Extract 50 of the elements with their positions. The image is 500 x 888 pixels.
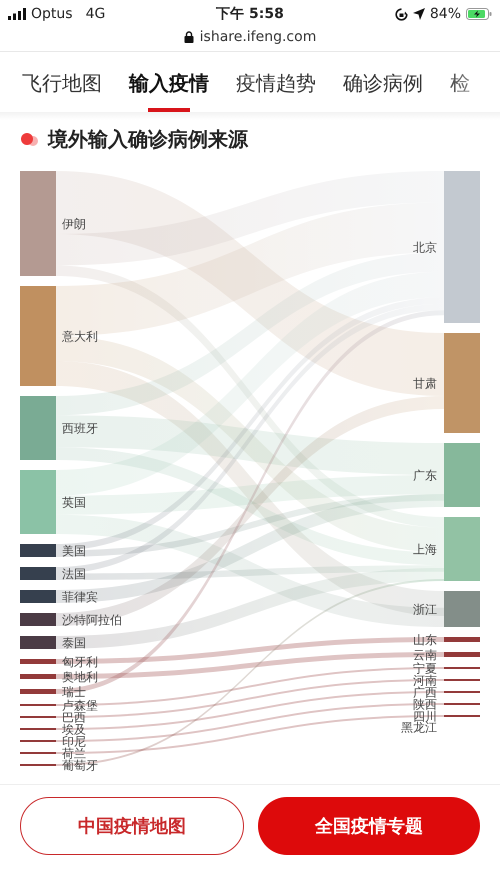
node-label: 印尼 — [62, 734, 86, 748]
node-label: 荷兰 — [62, 746, 86, 760]
tab[interactable]: 疫情趋势 — [236, 66, 316, 112]
lock-icon — [184, 31, 194, 43]
node-label: 巴西 — [62, 710, 86, 724]
node-label: 广东 — [413, 468, 437, 482]
node-label: 伊朗 — [62, 217, 86, 231]
battery-percent: 84% — [430, 6, 462, 22]
carrier-name: Optus — [31, 6, 73, 22]
node-label: 埃及 — [62, 722, 86, 736]
node-label: 意大利 — [62, 330, 98, 344]
node-label: 云南 — [413, 648, 437, 662]
topic-button[interactable]: 中国疫情地图 — [20, 797, 244, 855]
node-label: 河南 — [413, 674, 437, 688]
node-label: 山东 — [413, 633, 437, 647]
section-title: 境外输入确诊病例来源 — [48, 126, 248, 152]
node-label: 美国 — [62, 544, 86, 558]
node-label: 广西 — [413, 686, 437, 700]
node-label: 奥地利 — [62, 670, 98, 684]
page-address: ishare.ifeng.com — [200, 29, 316, 45]
node-label: 黑龙江 — [401, 720, 437, 734]
tab[interactable]: 确诊病例 — [343, 66, 423, 112]
node-label: 匈牙利 — [62, 655, 98, 669]
node-label: 泰国 — [62, 636, 86, 650]
node-label: 四川 — [413, 710, 437, 724]
node-label: 葡萄牙 — [62, 758, 98, 772]
tab[interactable]: 检 — [450, 66, 470, 112]
clock-time: 下午 5:58 — [216, 5, 284, 23]
node-label: 西班牙 — [62, 422, 98, 436]
node-label: 甘肃 — [413, 376, 437, 390]
node-label: 浙江 — [413, 602, 437, 616]
node-label: 菲律宾 — [62, 590, 98, 604]
node-label: 卢森堡 — [62, 698, 98, 712]
network-type: 4G — [86, 6, 106, 22]
topic-button[interactable]: 全国疫情专题 — [258, 797, 480, 855]
node-label: 陕西 — [413, 698, 437, 712]
location-icon — [412, 8, 425, 20]
signal-icon — [8, 8, 26, 20]
node-label: 宁夏 — [413, 662, 437, 676]
battery-icon — [466, 8, 492, 20]
tab[interactable]: 飞行地图 — [22, 66, 102, 112]
node-label: 沙特阿拉伯 — [62, 613, 122, 627]
node-label: 英国 — [62, 496, 86, 510]
node-label: 上海 — [413, 542, 437, 556]
node-label: 瑞士 — [62, 685, 86, 699]
tab[interactable]: 输入疫情 — [129, 66, 209, 112]
dots-icon — [20, 132, 40, 146]
rotation-lock-icon — [394, 8, 408, 20]
node-label: 北京 — [413, 240, 437, 254]
node-label: 法国 — [62, 567, 86, 581]
